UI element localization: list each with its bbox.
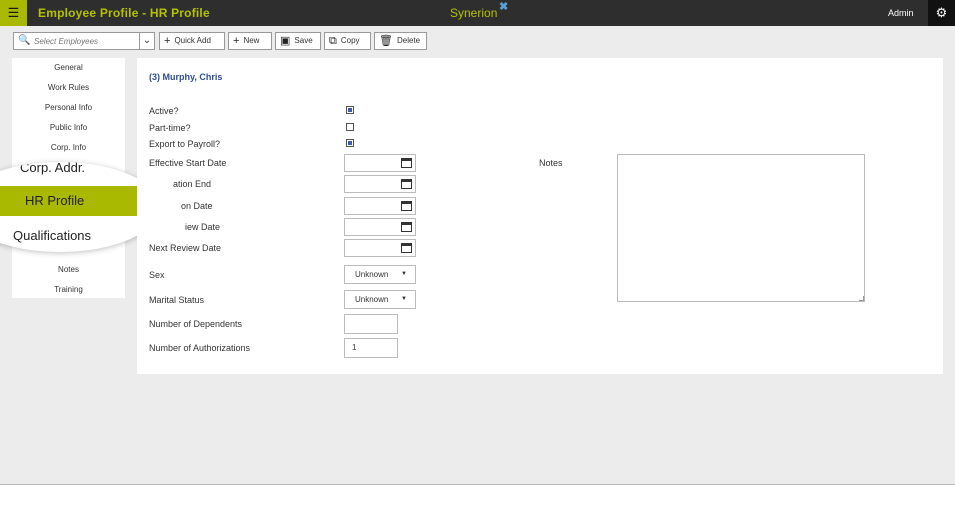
copy-icon: ⧉ — [329, 35, 337, 47]
marital-status-label: Marital Status — [149, 295, 205, 305]
employee-name: (3) Murphy, Chris — [149, 72, 223, 82]
dependents-input[interactable] — [344, 314, 398, 334]
sidebar-item-public-info[interactable]: Public Info — [12, 123, 125, 132]
part-time-checkbox[interactable] — [346, 123, 354, 131]
user-menu[interactable]: Admin — [888, 0, 914, 26]
sidebar-item-corp-info[interactable]: Corp. Info — [12, 143, 125, 152]
calendar-icon[interactable] — [401, 179, 412, 189]
sidebar-item-general[interactable]: General — [12, 63, 125, 72]
authorizations-label: Number of Authorizations — [149, 343, 251, 353]
caret-down-icon: ▼ — [401, 271, 407, 277]
employee-search-input[interactable] — [34, 35, 152, 47]
effective-start-date-label: Effective Start Date — [149, 158, 227, 168]
copy-button[interactable]: ⧉ Copy — [324, 32, 371, 50]
divider — [0, 484, 955, 485]
next-review-date-label: Next Review Date — [149, 243, 222, 253]
active-label: Active? — [149, 106, 179, 116]
delete-button[interactable]: 🗑 Delete — [374, 32, 427, 50]
save-button[interactable]: ▣ Save — [275, 32, 321, 50]
logo: Synerion ✖ — [450, 0, 508, 26]
sidebar-item-training[interactable]: Training — [12, 285, 125, 294]
export-to-payroll-label: Export to Payroll? — [149, 139, 221, 149]
trash-icon: 🗑 — [379, 35, 393, 47]
marital-status-select[interactable]: Unknown ▼ — [344, 290, 416, 309]
caret-down-icon: ▼ — [401, 296, 407, 302]
sidebar-item-notes[interactable]: Notes — [12, 265, 125, 274]
hamburger-icon[interactable]: ☰ — [0, 0, 27, 26]
notes-textarea[interactable] — [617, 154, 865, 302]
authorizations-input[interactable]: 1 — [344, 338, 398, 358]
floppy-disk-icon: ▣ — [280, 35, 291, 47]
calendar-icon[interactable] — [401, 158, 412, 168]
quick-add-button[interactable]: + Quick Add — [159, 32, 225, 50]
logo-mark-icon: ✖ — [499, 1, 509, 13]
part-time-label: Part-time? — [149, 123, 191, 133]
probation-end-field[interactable] — [344, 175, 416, 193]
gear-icon[interactable]: ⚙ — [928, 0, 955, 26]
hr-profile-form: (3) Murphy, Chris Active? Part-time? Exp… — [137, 58, 943, 374]
review-date-field[interactable] — [344, 218, 416, 236]
export-to-payroll-checkbox[interactable] — [346, 139, 354, 147]
sidebar-item-work-rules[interactable]: Work Rules — [12, 83, 125, 92]
active-checkbox[interactable] — [346, 106, 354, 114]
review-date-label: iew Date — [185, 222, 221, 232]
sex-select[interactable]: Unknown ▼ — [344, 265, 416, 284]
sidebar-item-hr-profile[interactable]: HR Profile — [0, 186, 153, 216]
employee-search[interactable]: 🔍 — [13, 32, 155, 50]
notes-label: Notes — [539, 158, 563, 168]
calendar-icon[interactable] — [401, 222, 412, 232]
dependents-label: Number of Dependents — [149, 319, 243, 329]
logo-text: Synerion — [450, 6, 498, 20]
search-icon: 🔍 — [18, 35, 31, 46]
sidebar-item-personal-info[interactable]: Personal Info — [12, 103, 125, 112]
calendar-icon[interactable] — [401, 201, 412, 211]
sex-label: Sex — [149, 270, 165, 280]
page-title: Employee Profile - HR Profile — [38, 6, 210, 20]
probation-end-label: ation End — [173, 179, 212, 189]
employee-dropdown-button[interactable]: ⌄ — [139, 32, 155, 50]
probation-date-label: on Date — [181, 201, 213, 211]
probation-date-field[interactable] — [344, 197, 416, 215]
plus-icon: + — [164, 35, 171, 47]
new-button[interactable]: + New — [228, 32, 272, 50]
sidebar-item-corp-addr[interactable]: Corp. Addr. — [20, 162, 85, 175]
effective-start-date-field[interactable] — [344, 154, 416, 172]
next-review-date-field[interactable] — [344, 239, 416, 257]
calendar-icon[interactable] — [401, 243, 412, 253]
plus-icon: + — [233, 35, 240, 47]
sidebar-item-qualifications[interactable]: Qualifications — [13, 228, 91, 243]
top-bar: ☰ Employee Profile - HR Profile Synerion… — [0, 0, 955, 26]
